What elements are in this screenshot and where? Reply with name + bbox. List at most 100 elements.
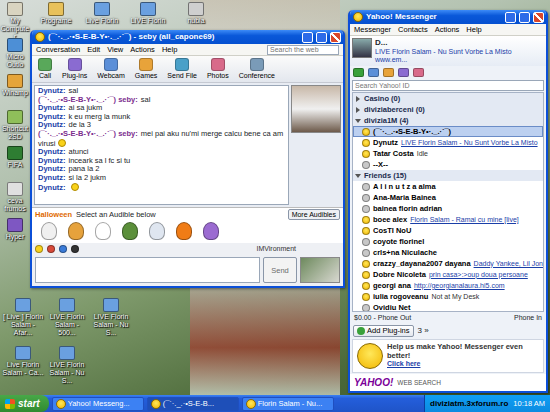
- menu-item[interactable]: Messenger: [354, 25, 391, 34]
- desktop-icon[interactable]: [ Live ] Florin Salam - Afar...: [2, 298, 44, 337]
- desktop-icon[interactable]: Micro Outlo: [0, 38, 30, 69]
- phone-out-link[interactable]: $0.00 - Phone Out: [354, 314, 411, 322]
- maximize-button[interactable]: [316, 32, 327, 43]
- contacts-icon[interactable]: [368, 68, 379, 77]
- desktop-icon[interactable]: My Computer: [0, 2, 30, 41]
- contact-status[interactable]: Daddy Yankee, Lil Jon: [474, 260, 543, 268]
- desktop-icon[interactable]: Hyper: [0, 218, 30, 241]
- my-name[interactable]: D...: [375, 38, 544, 48]
- menu-item[interactable]: Help: [162, 45, 177, 54]
- desktop-icon[interactable]: LIVE Florin Salam - 500...: [46, 298, 88, 337]
- plugins-page[interactable]: 3 »: [418, 326, 429, 336]
- feedback-ad[interactable]: Help us make Yahoo! Messenger even bette…: [352, 339, 544, 373]
- contact-group[interactable]: Friends (15): [353, 170, 543, 181]
- pumpkin-head-icon[interactable]: [68, 222, 84, 240]
- taskbar-item[interactable]: Yahoo! Messeng...: [52, 397, 144, 411]
- phone-in-link[interactable]: Phone In: [514, 314, 542, 322]
- contact-row[interactable]: georgi anahttp://georgianalaura.hi5.com: [353, 280, 543, 291]
- menu-item[interactable]: View: [107, 45, 123, 54]
- skull-icon[interactable]: [41, 222, 57, 240]
- toolbar-button[interactable]: Call: [36, 58, 54, 80]
- desktop-icon[interactable]: ceva frumos: [0, 182, 30, 213]
- imvironment-label[interactable]: IMVironment: [256, 245, 296, 253]
- color-icon[interactable]: [47, 245, 55, 253]
- chat-icon[interactable]: [383, 68, 394, 77]
- contact-status[interactable]: prin casa>:>oup doua persoane: [429, 271, 528, 279]
- menu-item[interactable]: Actions: [130, 45, 155, 54]
- close-button[interactable]: [533, 12, 544, 23]
- search-field[interactable]: [267, 45, 339, 55]
- ghost-icon[interactable]: [95, 222, 111, 240]
- contact-row[interactable]: CosTI NoU: [353, 225, 543, 236]
- desktop-icon[interactable]: Live Florin: [80, 2, 124, 25]
- desktop-icon[interactable]: LIVE Florin: [126, 2, 170, 25]
- contact-row[interactable]: iulia rogoveanuNot at My Desk: [353, 291, 543, 302]
- desktop-icon[interactable]: Shortcut 2SD: [0, 110, 30, 141]
- smiley-picker-icon[interactable]: [35, 245, 43, 253]
- ghost-icon[interactable]: [149, 222, 165, 240]
- contact-status[interactable]: LIVE Florin Salam - Nu Sunt Vorbe La Mis…: [401, 139, 538, 147]
- phone-icon[interactable]: [413, 68, 424, 77]
- add-plugins-button[interactable]: Add Plug-ins: [353, 325, 414, 337]
- message-input[interactable]: [35, 257, 260, 283]
- contact-row[interactable]: coyote florinel: [353, 236, 543, 247]
- minimize-button[interactable]: [302, 32, 313, 43]
- contact-row[interactable]: Ana-Maria Bainea: [353, 192, 543, 203]
- menu-item[interactable]: Conversation: [36, 45, 80, 54]
- toolbar-button[interactable]: Webcam: [95, 58, 127, 80]
- start-button[interactable]: start: [0, 395, 49, 412]
- contact-row[interactable]: A l i n u t z a alma: [353, 181, 543, 192]
- desktop-icon[interactable]: FIFA: [0, 146, 30, 169]
- desktop-icon[interactable]: nubia: [174, 2, 218, 25]
- expand-arrow-icon[interactable]: [356, 107, 360, 113]
- close-button[interactable]: [330, 32, 341, 43]
- contact-row[interactable]: crls+na Niculache: [353, 247, 543, 258]
- contact-row[interactable]: bainea florin adrian: [353, 203, 543, 214]
- my-status-message[interactable]: LIVE Florin Salam - Nu Sunt Vorbe La Mis…: [375, 48, 544, 65]
- expand-arrow-icon[interactable]: [355, 119, 361, 123]
- maximize-button[interactable]: [519, 12, 530, 23]
- minimize-button[interactable]: [505, 12, 516, 23]
- more-audibles-button[interactable]: More Audibles: [288, 209, 340, 220]
- menu-item[interactable]: Actions: [435, 25, 460, 34]
- toolbar-button[interactable]: Plug-ins: [60, 58, 89, 80]
- toolbar-button[interactable]: Games: [133, 58, 160, 80]
- contact-group[interactable]: Casino (0): [353, 93, 543, 104]
- taskbar-item[interactable]: (¯`·._.·•S-E-B...: [147, 397, 239, 411]
- desktop-icon[interactable]: Winamp: [0, 74, 30, 97]
- contact-group[interactable]: diviziaberceni (0): [353, 104, 543, 115]
- ad-link[interactable]: Click here: [387, 360, 539, 369]
- desktop-icon[interactable]: LIVE Florin Salam - Nu S...: [46, 346, 88, 385]
- bold-icon[interactable]: [71, 245, 79, 253]
- contact-row[interactable]: Dobre Nicoletaprin casa>:>oup doua perso…: [353, 269, 543, 280]
- mail-icon[interactable]: [398, 68, 409, 77]
- add-contact-icon[interactable]: [353, 68, 364, 77]
- toolbar-button[interactable]: Conference: [237, 58, 277, 80]
- contact-row[interactable]: crazzy_dayana2007 dayanaDaddy Yankee, Li…: [353, 258, 543, 269]
- desktop-icon[interactable]: LIVE Florin Salam - Nu S...: [90, 298, 132, 337]
- send-button[interactable]: Send: [263, 257, 297, 283]
- contact-row[interactable]: boee alexFlorin Salam - Ramai cu mine [l…: [353, 214, 543, 225]
- expand-arrow-icon[interactable]: [356, 96, 360, 102]
- bat-icon[interactable]: [203, 222, 219, 240]
- toolbar-button[interactable]: Send File: [165, 58, 199, 80]
- taskbar-item[interactable]: Florin Salam - Nu...: [242, 397, 334, 411]
- menu-item[interactable]: Contacts: [398, 25, 428, 34]
- contact-row[interactable]: (¯`·._.·•S-E-B-Y•·._.·´¯): [353, 126, 543, 137]
- contact-status[interactable]: http://georgianalaura.hi5.com: [414, 282, 505, 290]
- menu-item[interactable]: Edit: [87, 45, 100, 54]
- contact-group[interactable]: divizia1M (4): [353, 115, 543, 126]
- contact-search[interactable]: [352, 80, 544, 91]
- toolbar-button[interactable]: Photos: [205, 58, 231, 80]
- contact-row[interactable]: --X--: [353, 159, 543, 170]
- menu-item[interactable]: Help: [466, 25, 481, 34]
- contact-status[interactable]: Florin Salam - Ramai cu mine [live]: [410, 216, 519, 224]
- expand-arrow-icon[interactable]: [355, 174, 361, 178]
- contact-row[interactable]: DynutzLIVE Florin Salam - Nu Sunt Vorbe …: [353, 137, 543, 148]
- font-icon[interactable]: [59, 245, 67, 253]
- contact-row[interactable]: Tatar CostaIdle: [353, 148, 543, 159]
- desktop-icon[interactable]: Programe: [34, 2, 78, 25]
- witch-icon[interactable]: [122, 222, 138, 240]
- pumpkin-icon[interactable]: [176, 222, 192, 240]
- desktop-icon[interactable]: Live Florin Salam - Ca...: [2, 346, 44, 377]
